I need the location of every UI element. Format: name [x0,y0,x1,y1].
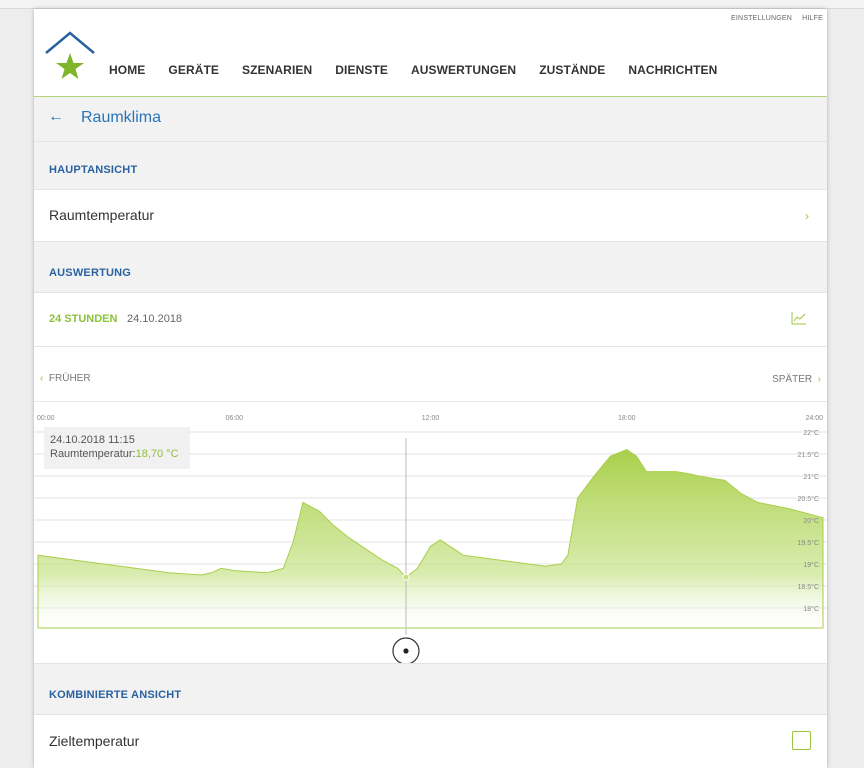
main-nav: HOME GERÄTE SZENARIEN DIENSTE AUSWERTUNG… [109,63,740,77]
y-tick-label: 20°C [803,517,819,525]
y-tick-label: 19°C [803,561,819,569]
browser-strip [0,0,864,9]
background-right [827,9,864,768]
nav-home[interactable]: HOME [109,63,145,77]
x-tick-label: 24:00 [805,415,823,422]
x-tick-label: 12:00 [422,415,440,422]
section-header-evaluation: AUSWERTUNG [34,242,827,293]
chart-navigation: ‹ FRÜHER SPÄTER › [34,356,827,402]
arrow-left-icon[interactable]: ← [48,108,64,126]
nav-states[interactable]: ZUSTÄNDE [539,63,605,77]
nav-scenarios[interactable]: SZENARIEN [242,63,312,77]
chevron-left-icon: ‹ [40,373,44,384]
earlier-label: FRÜHER [48,373,91,384]
logo-house-star-icon[interactable] [44,31,96,83]
data-point-marker [402,573,410,581]
page-title: Raumklima [81,109,162,126]
x-tick-label: 00:00 [37,415,55,422]
chart-tooltip: 24.10.2018 11:15 Raumtemperatur:18,70 °C [44,427,190,469]
nav-messages[interactable]: NACHRICHTEN [628,63,717,77]
nav-evaluations[interactable]: AUSWERTUNGEN [411,63,516,77]
scrubber-dot [403,648,409,654]
background-left [0,9,34,768]
x-tick-label: 18:00 [618,415,636,422]
y-tick-label: 22°C [803,429,819,437]
tooltip-value: 18,70 °C [135,448,179,460]
tooltip-label: Raumtemperatur: [50,448,136,460]
list-item-target-temperature[interactable]: Zieltemperatur [34,715,827,768]
y-tick-label: 21°C [803,473,819,481]
combine-checkbox[interactable] [792,731,811,750]
top-links: EINSTELLUNGEN HILFE [723,15,823,22]
later-button[interactable]: SPÄTER › [772,374,821,385]
list-item-label: Raumtemperatur [49,207,155,223]
section-header-combined: KOMBINIERTE ANSICHT [34,663,827,715]
app-panel: EINSTELLUNGEN HILFE HOME GERÄTE SZENARIE… [34,9,827,768]
nav-services[interactable]: DIENSTE [335,63,388,77]
section-title: HAUPTANSICHT [49,164,138,176]
x-tick-label: 06:00 [225,415,243,422]
y-tick-label: 20.5°C [798,495,819,503]
section-title: AUSWERTUNG [49,267,132,279]
period-row: 24 STUNDEN 24.10.2018 [34,293,827,347]
chevron-right-icon: › [817,374,821,385]
header: EINSTELLUNGEN HILFE HOME GERÄTE SZENARIE… [34,9,827,97]
y-tick-label: 21.5°C [798,451,819,459]
tooltip-time: 24.10.2018 11:15 [50,434,135,446]
list-item-room-temperature[interactable]: Raumtemperatur › [34,190,827,242]
section-header-main-view: HAUPTANSICHT [34,142,827,190]
help-link[interactable]: HILFE [802,15,823,22]
list-item-label: Zieltemperatur [49,733,140,749]
y-tick-label: 18.5°C [798,583,819,591]
period-button[interactable]: 24 STUNDEN [49,313,117,325]
nav-devices[interactable]: GERÄTE [168,63,219,77]
chevron-right-icon: › [805,209,809,223]
y-tick-label: 18°C [803,605,819,613]
period-date: 24.10.2018 [127,313,183,325]
earlier-button[interactable]: ‹ FRÜHER [40,373,91,384]
section-title: KOMBINIERTE ANSICHT [49,689,182,701]
temperature-chart[interactable]: 22°C 21.5°C 21°C 20.5°C 20°C 19.5°C 19°C 18.5°C… [34,403,827,665]
title-bar: ← Raumklima [34,97,827,142]
settings-link[interactable]: EINSTELLUNGEN [731,15,792,22]
y-tick-label: 19.5°C [798,539,819,547]
later-label: SPÄTER [772,374,813,385]
line-chart-icon[interactable] [791,311,807,325]
